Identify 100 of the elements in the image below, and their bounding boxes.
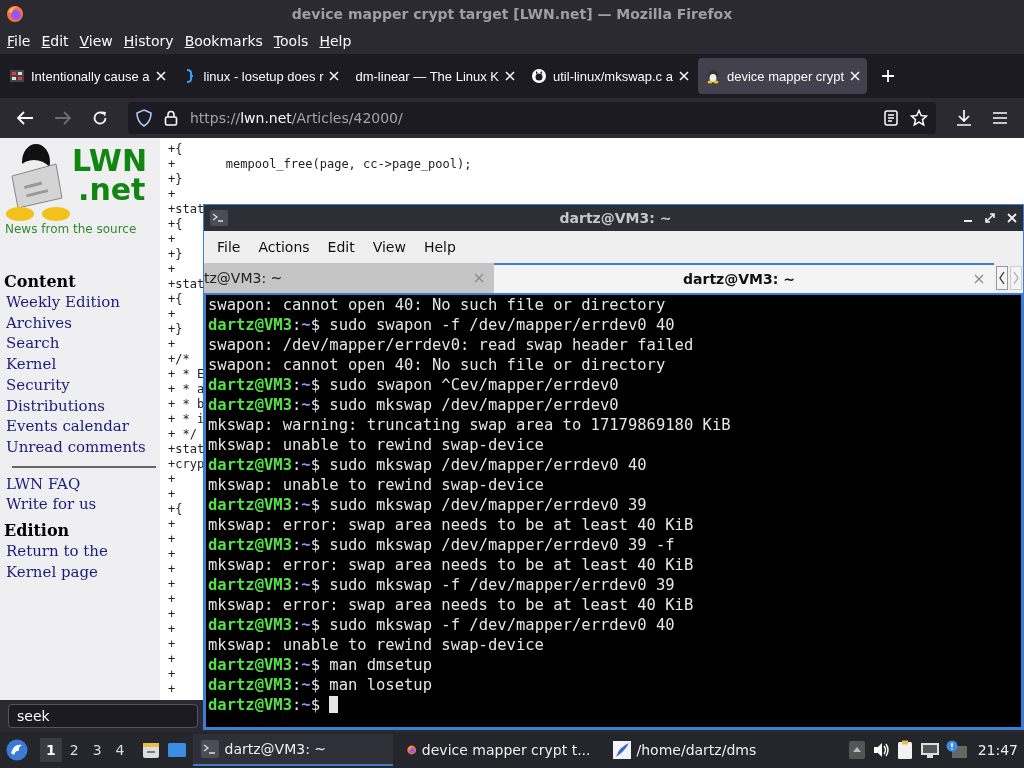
address-bar[interactable]: https://lwn.net/Articles/42000/ [128, 102, 936, 134]
lock-icon[interactable] [164, 110, 178, 126]
nav-link[interactable]: Write for us [4, 494, 97, 516]
code-line: + [168, 622, 176, 637]
shield-icon[interactable] [136, 109, 152, 127]
code-line: + [168, 472, 176, 487]
speaker-icon[interactable] [871, 741, 890, 759]
menu-item[interactable]: Tools [268, 31, 314, 51]
terminal-icon [210, 210, 228, 226]
menu-item[interactable]: Edit [36, 31, 74, 51]
code-line: +} [168, 247, 183, 262]
nav-link[interactable]: Events calendar [4, 416, 129, 437]
clipboard-icon[interactable] [895, 740, 914, 760]
code-line: + */ [168, 427, 197, 442]
terminal-tab[interactable]: dartz@VM3: ~ [494, 263, 994, 293]
terminal-line: dartz@VM3:~$ sudo mkswap /dev/mapper/errdev0 39 -f [208, 535, 676, 555]
terminal-line: dartz@VM3:~$ sudo mkswap -f /dev/mapper/errdev0 40 [208, 615, 676, 635]
code-line: + * a [168, 382, 205, 397]
code-line: +{ [168, 142, 183, 157]
scroll-left-icon[interactable] [996, 266, 1008, 290]
new-tab-icon[interactable] [881, 69, 896, 83]
terminal-line: swapon: /dev/mapper/errdev0: read swap header failed [208, 335, 695, 355]
maximize-icon[interactable] [985, 213, 995, 223]
notification-icon[interactable] [945, 740, 968, 760]
browser-tab[interactable]: device mapper crypt [697, 58, 868, 94]
window-title: device mapper crypt target [LWN.net] — Mozilla Firefox [290, 6, 734, 22]
browser-tab[interactable]: dm-linear — The Linux K [348, 58, 523, 94]
terminal-line: dartz@VM3:~$ sudo swapon ^Cev/mapper/errdev0 [208, 375, 620, 395]
nav-link[interactable]: Weekly Edition [4, 292, 120, 313]
code-line: +stat [168, 202, 205, 217]
section-heading: Content [4, 272, 77, 292]
nav-link[interactable]: Archives [4, 312, 72, 334]
code-line: +} [168, 172, 183, 187]
terminal-line: mkswap: error: swap area needs to be at least 40 KiB [208, 595, 695, 615]
code-line: + * i [168, 412, 205, 427]
terminal-icon [200, 740, 219, 758]
code-line: + [168, 682, 176, 697]
code-line: + * E [168, 367, 205, 382]
terminal-window[interactable] [203, 204, 1024, 730]
workspace-button[interactable]: 1 [40, 738, 62, 762]
nav-link[interactable]: Return to the Kernel page [4, 541, 156, 583]
taskbar-button[interactable]: dartz@VM3: ~ [192, 734, 393, 766]
menu-item[interactable]: File [2, 31, 36, 51]
terminal-line: swapon: cannot open 40: No such file or directory [208, 295, 667, 315]
nav-link[interactable]: Search [4, 333, 60, 355]
clock[interactable]: 21:47 [977, 742, 1018, 758]
terminal-line: mkswap: unable to rewind swap-device [208, 435, 545, 455]
file-manager-icon[interactable] [140, 740, 161, 760]
code-line: + [168, 562, 176, 577]
menu-item[interactable]: View [363, 239, 415, 255]
site-logo-text[interactable]: .net [72, 175, 147, 204]
code-line: + [168, 577, 176, 592]
code-line: + [168, 307, 176, 322]
code-line: + [168, 667, 176, 682]
desktop-icon[interactable] [166, 740, 187, 760]
nav-link[interactable]: LWN FAQ [4, 473, 81, 495]
terminal-line: swapon: cannot open 40: No such file or directory [208, 355, 667, 375]
browser-tab[interactable]: util-linux/mkswap.c a [524, 58, 696, 94]
terminal-tab[interactable]: tz@VM3: ~ [204, 263, 494, 293]
code-line: + [168, 517, 176, 532]
find-field[interactable]: seek [8, 704, 198, 728]
url-text[interactable]: https://lwn.net/Articles/42000/ [190, 110, 403, 126]
menu-item[interactable]: File [208, 239, 250, 255]
nav-link[interactable]: Distributions [4, 395, 105, 417]
nav-link[interactable]: Kernel [4, 354, 57, 375]
workspace-button[interactable]: 4 [109, 738, 131, 762]
workspace-button[interactable]: 2 [63, 738, 85, 762]
terminal-line: dartz@VM3:~$ [208, 695, 1019, 715]
nav-link[interactable]: Unread comments [4, 436, 146, 458]
menu-item[interactable]: Help [314, 31, 357, 51]
menu-item[interactable]: History [118, 31, 179, 51]
code-line: + * b [168, 397, 205, 412]
start-menu-icon[interactable] [6, 739, 28, 761]
menu-item[interactable]: View [74, 31, 118, 51]
code-line: + [168, 487, 176, 502]
terminal-line: dartz@VM3:~$ sudo mkswap /dev/mapper/errdev0 39 [208, 495, 648, 515]
menu-item[interactable]: Help [414, 239, 465, 255]
code-line: + [168, 547, 176, 562]
code-line: +stat [168, 442, 205, 457]
menu-item[interactable]: Bookmarks [179, 31, 268, 51]
workspace-button[interactable]: 3 [86, 738, 108, 762]
menu-item[interactable]: Actions [249, 239, 319, 255]
code-line: + mempool_free(page, cc->page_pool); [168, 157, 472, 172]
taskbar-button[interactable]: /home/dartz/dms [604, 734, 805, 766]
reader-view-icon[interactable] [884, 110, 898, 126]
site-logo-text[interactable]: LWN [72, 146, 147, 175]
network-icon[interactable] [919, 741, 940, 759]
menu-item[interactable]: Edit [318, 239, 364, 255]
terminal-line: mkswap: warning: truncating swap area to 17179869180 KiB [208, 415, 732, 435]
window-title: dartz@VM3: ~ [558, 210, 673, 226]
nav-link[interactable]: Security [4, 374, 70, 396]
terminal-line: dartz@VM3:~$ man dmsetup [208, 655, 433, 675]
browser-tab[interactable]: linux - losetup does r [174, 58, 347, 94]
section-heading: Edition [4, 521, 71, 542]
code-line: + [168, 187, 176, 202]
firefox-icon[interactable] [6, 5, 24, 23]
star-icon[interactable] [910, 109, 928, 127]
terminal-line: mkswap: error: swap area needs to be at least 40 KiB [208, 515, 695, 535]
browser-tab[interactable]: Intentionally cause a [2, 58, 173, 94]
taskbar-button[interactable]: device mapper crypt t... [398, 734, 599, 766]
